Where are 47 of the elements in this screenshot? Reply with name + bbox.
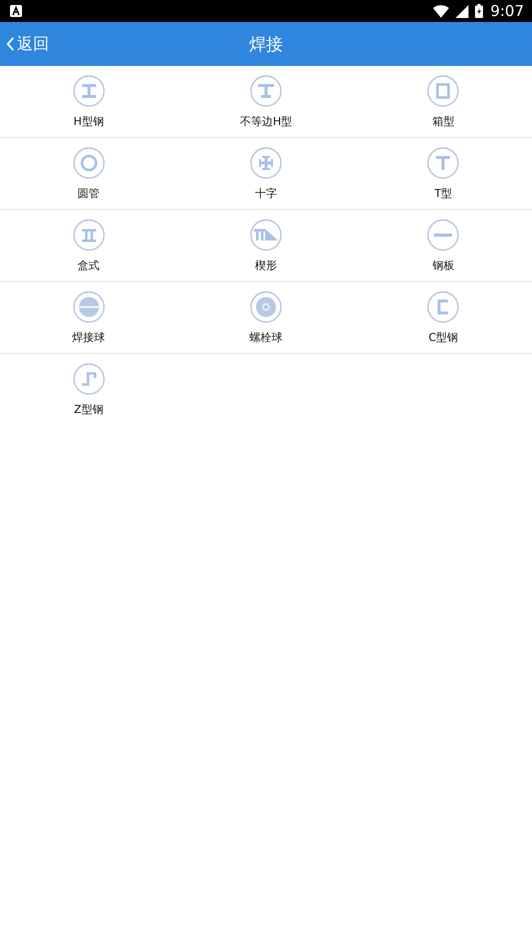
grid-item[interactable]: T型	[354, 138, 532, 209]
grid-item[interactable]: 不等边H型	[177, 66, 355, 137]
grid-item[interactable]: Z型钢	[0, 354, 178, 426]
item-label: 钢板	[432, 258, 454, 273]
square-tube-icon	[427, 75, 460, 107]
wedge-icon	[250, 219, 282, 251]
wifi-icon	[433, 4, 450, 18]
item-label: 螺栓球	[249, 330, 282, 345]
clock-time: 9:07	[490, 2, 524, 20]
item-label: 圆管	[78, 186, 100, 201]
grid-item[interactable]: H型钢	[0, 66, 178, 137]
z-section-icon	[72, 363, 105, 395]
ball-icon	[72, 291, 105, 323]
item-label: 不等边H型	[240, 114, 292, 129]
item-label: 箱型	[432, 114, 454, 129]
ball-icon	[250, 291, 282, 323]
grid-item[interactable]: 楔形	[177, 210, 355, 281]
back-button[interactable]: 返回	[4, 30, 51, 58]
item-label: Z型钢	[74, 402, 104, 417]
item-label: T型	[434, 186, 452, 201]
item-label: 盒式	[78, 258, 100, 273]
c-channel-icon	[427, 291, 460, 323]
i-beam-icon	[72, 75, 105, 107]
grid-item[interactable]: 钢板	[354, 210, 532, 281]
notification-icon	[10, 5, 22, 17]
grid-item[interactable]: 焊接球	[0, 282, 178, 353]
pipe-icon	[72, 147, 105, 179]
cross-section-icon	[250, 147, 282, 179]
chevron-left-icon	[6, 36, 15, 52]
item-label: 十字	[254, 186, 277, 201]
grid-item[interactable]: 螺栓球	[177, 282, 355, 353]
signal-icon	[454, 4, 470, 18]
plate-icon	[427, 219, 460, 251]
box-section-icon	[72, 219, 105, 251]
grid-item[interactable]: C型钢	[354, 282, 532, 353]
item-label: C型钢	[428, 330, 458, 345]
grid-item[interactable]: 箱型	[354, 66, 532, 137]
item-label: 楔形	[254, 258, 277, 273]
page-title: 焊接	[249, 34, 283, 56]
grid-item[interactable]: 盒式	[0, 210, 178, 281]
item-label: 焊接球	[72, 330, 106, 345]
t-beam-icon	[427, 147, 460, 179]
grid-item[interactable]: 圆管	[0, 138, 178, 209]
grid-item[interactable]: 十字	[177, 138, 355, 209]
i-beam-icon	[250, 75, 282, 107]
item-label: H型钢	[74, 114, 104, 129]
battery-icon	[475, 4, 484, 18]
